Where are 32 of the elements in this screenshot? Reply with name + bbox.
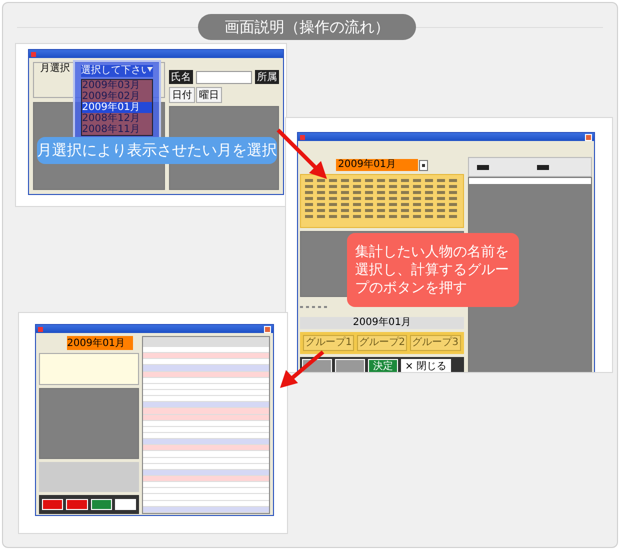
period-label: 2009年01月 [300,317,464,329]
arrow-icon [276,128,327,179]
app-icon [31,52,36,56]
column-header: 日付 [169,87,195,103]
action-button[interactable] [90,499,112,510]
month-option[interactable]: 2008年12月 [82,113,152,124]
page-title: 画面説明（操作の流れ） [198,14,416,40]
group-button[interactable]: グループ1 [303,335,354,351]
action-button[interactable]: × 閉じる [401,359,451,372]
app-icon [38,326,43,332]
close-icon [585,134,592,140]
name-field [196,70,252,84]
group-button[interactable]: グループ2 [356,335,408,351]
field-label: 氏名 [169,70,193,84]
caret-icon [419,160,428,171]
action-button[interactable]: 決定 [368,359,398,372]
column-header: 曜日 [196,87,222,103]
month-dropdown[interactable]: 2009年01月 [67,336,133,350]
month-option[interactable]: 2008年11月 [82,124,152,135]
action-button[interactable] [114,499,136,510]
month-option[interactable]: 2009年02月 [82,91,152,102]
close-icon [264,326,271,332]
action-button[interactable] [42,499,64,510]
callout: 集計したい人物の名前を選択し、計算するグループのボタンを押す [347,233,519,307]
app-icon [300,134,305,140]
group-button[interactable]: グループ3 [410,335,460,351]
month-option[interactable]: 2009年01月 [82,102,152,113]
callout: 月選択により表示させたい月を選択 [37,137,277,164]
field-label: 所属 [255,70,279,84]
group-label: 月選択 [38,63,72,74]
month-option[interactable]: 2009年03月 [82,80,152,91]
arrow-icon [280,350,324,388]
